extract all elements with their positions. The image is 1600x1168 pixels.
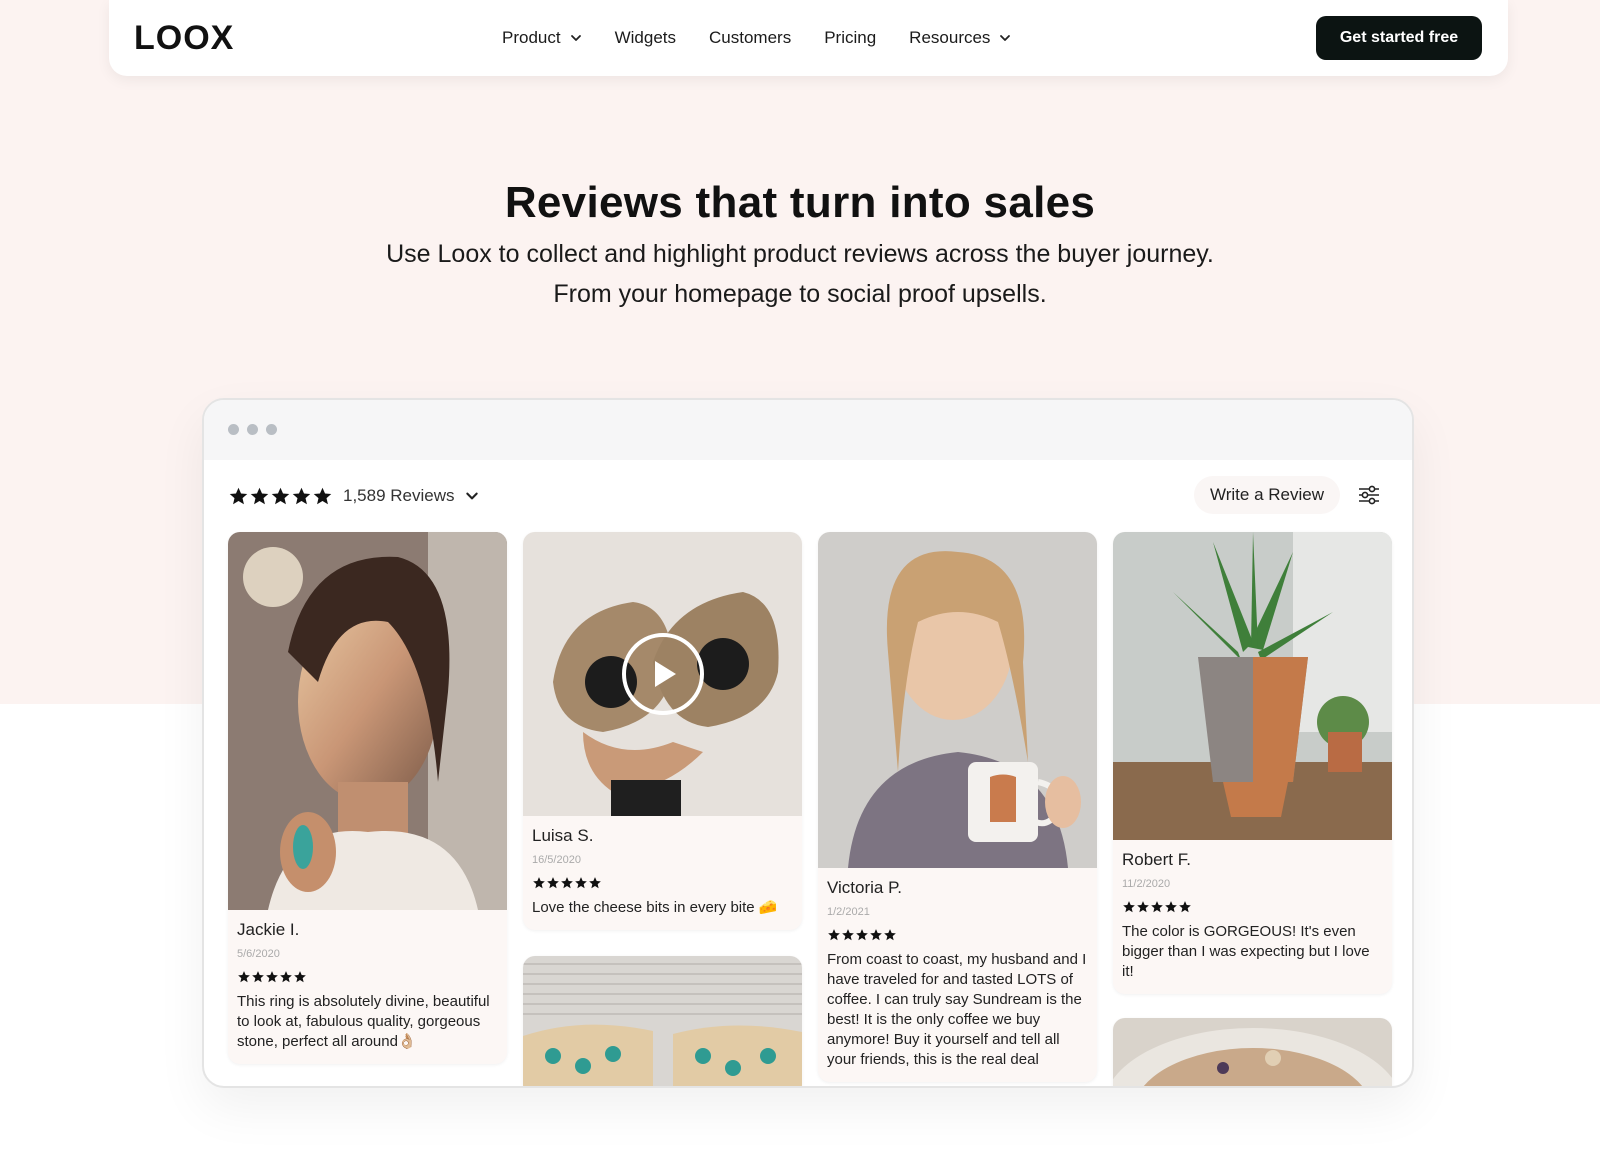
star-icon <box>547 877 559 889</box>
nav-pricing-label: Pricing <box>824 28 877 47</box>
star-icon <box>229 487 248 504</box>
review-stars <box>827 928 1088 942</box>
review-stars <box>237 970 498 984</box>
review-stars <box>1122 900 1383 914</box>
nav-widgets-label: Widgets <box>614 28 677 47</box>
browser-title-bar <box>204 400 1412 460</box>
woman-with-ring-image <box>228 532 507 910</box>
review-text: This ring is absolutely divine, beautifu… <box>237 993 490 1050</box>
review-text: From coast to coast, my husband and I ha… <box>827 951 1087 1068</box>
nav-product[interactable]: Product <box>502 28 582 48</box>
review-video[interactable] <box>523 532 802 816</box>
reviews-widget-preview: 1,589 Reviews Write a Review Jackie I. 5… <box>202 398 1414 1088</box>
reviewer-name: Victoria P. <box>827 878 902 897</box>
nav-widgets[interactable]: Widgets <box>615 28 676 48</box>
reviewer-name: Luisa S. <box>532 826 594 845</box>
star-icon <box>266 971 278 983</box>
review-photo[interactable] <box>818 532 1097 868</box>
review-date: 11/2/2020 <box>1122 878 1171 890</box>
nav-customers[interactable]: Customers <box>709 28 791 48</box>
get-started-button[interactable]: Get started free <box>1316 16 1482 60</box>
review-body: Luisa S. 16/5/2020 Love the cheese bits … <box>523 816 802 930</box>
review-photo[interactable] <box>523 956 802 1086</box>
chevron-down-icon <box>570 35 581 41</box>
nav-pricing[interactable]: Pricing <box>824 28 876 48</box>
star-icon <box>1165 901 1177 913</box>
star-icon <box>884 929 896 941</box>
star-icon <box>294 971 306 983</box>
star-icon <box>1151 901 1163 913</box>
star-icon <box>828 929 840 941</box>
review-text: The color is GORGEOUS! It's even bigger … <box>1122 923 1370 980</box>
chevron-down-icon <box>1000 35 1011 41</box>
window-dot <box>247 424 258 435</box>
sliders-icon[interactable] <box>1354 480 1384 510</box>
nav-links: Product Widgets Customers Pricing Resour… <box>502 0 1044 76</box>
star-icon <box>1137 901 1149 913</box>
star-icon <box>280 971 292 983</box>
rating-stars <box>228 486 333 507</box>
review-card[interactable] <box>523 956 802 1086</box>
star-icon <box>1123 901 1135 913</box>
review-text: Love the cheese bits in every bite 🧀 <box>532 899 778 916</box>
nav-resources-label: Resources <box>909 28 991 47</box>
star-icon <box>533 877 545 889</box>
star-icon <box>870 929 882 941</box>
review-card[interactable]: Jackie I. 5/6/2020 This ring is absolute… <box>228 532 507 1064</box>
reviewer-name: Robert F. <box>1122 850 1191 869</box>
top-navbar: LOOX Product Widgets Customers Pricing R… <box>109 0 1508 76</box>
star-icon <box>313 487 332 504</box>
star-icon <box>292 487 311 504</box>
nav-resources[interactable]: Resources <box>909 28 1011 48</box>
star-icon <box>842 929 854 941</box>
review-date: 5/6/2020 <box>237 948 280 960</box>
review-photo[interactable] <box>1113 532 1392 840</box>
star-icon <box>575 877 587 889</box>
star-icon <box>250 487 269 504</box>
star-icon <box>856 929 868 941</box>
star-icon <box>561 877 573 889</box>
chevron-down-icon <box>465 492 478 500</box>
review-card[interactable]: Victoria P. 1/2/2021 From coast to coast… <box>818 532 1097 1082</box>
star-icon <box>252 971 264 983</box>
pillows-image <box>523 956 802 1086</box>
nav-customers-label: Customers <box>709 28 792 47</box>
star-icon <box>271 487 290 504</box>
hero-title: Reviews that turn into sales <box>504 178 1096 227</box>
window-dot <box>266 424 277 435</box>
reviewer-name: Jackie I. <box>237 920 300 939</box>
review-date: 16/5/2020 <box>532 854 581 866</box>
review-photo[interactable] <box>228 532 507 910</box>
review-card[interactable]: Luisa S. 16/5/2020 Love the cheese bits … <box>523 532 802 930</box>
review-stars <box>532 876 793 890</box>
woman-with-mug-image <box>818 532 1097 868</box>
star-icon <box>589 877 601 889</box>
star-icon <box>238 971 250 983</box>
review-card[interactable]: Robert F. 11/2/2020 The color is GORGEOU… <box>1113 532 1392 994</box>
write-review-button[interactable]: Write a Review <box>1194 476 1340 514</box>
food-bowl-image <box>1113 1018 1392 1086</box>
star-icon <box>1179 901 1191 913</box>
hero-subtitle-line1: Use Loox to collect and highlight produc… <box>386 240 1214 268</box>
review-photo[interactable] <box>1113 1018 1392 1086</box>
nav-product-label: Product <box>502 28 561 47</box>
review-date: 1/2/2021 <box>827 906 870 918</box>
review-count: 1,589 Reviews <box>343 486 455 505</box>
review-card[interactable] <box>1113 1018 1392 1086</box>
plant-pot-image <box>1113 532 1392 840</box>
reviews-summary[interactable]: 1,589 Reviews <box>228 480 479 512</box>
play-icon <box>654 661 676 687</box>
review-body: Victoria P. 1/2/2021 From coast to coast… <box>818 868 1097 1082</box>
window-dot <box>228 424 239 435</box>
hero-subtitle-line2: From your homepage to social proof upsel… <box>553 280 1047 308</box>
play-button[interactable] <box>621 633 704 715</box>
loox-logo[interactable]: LOOX <box>134 18 244 58</box>
review-body: Robert F. 11/2/2020 The color is GORGEOU… <box>1113 840 1392 994</box>
review-body: Jackie I. 5/6/2020 This ring is absolute… <box>228 910 507 1064</box>
